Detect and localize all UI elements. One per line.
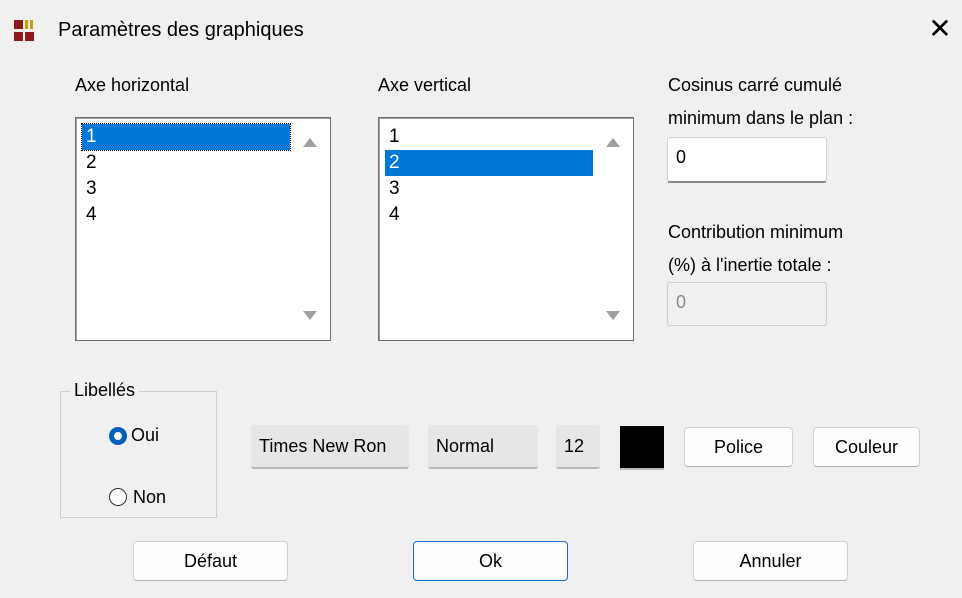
list-item[interactable]: 2 xyxy=(385,150,593,176)
ok-button[interactable]: Ok xyxy=(413,541,568,581)
font-size-button[interactable]: 12 xyxy=(556,425,600,469)
window-title: Paramètres des graphiques xyxy=(58,19,304,41)
cosinus-label-line2: minimum dans le plan : xyxy=(668,108,854,128)
vertical-axis-label: Axe vertical xyxy=(378,75,472,95)
radio-non[interactable] xyxy=(109,488,127,506)
contribution-input: 0 xyxy=(667,282,827,326)
list-item[interactable]: 4 xyxy=(385,202,593,228)
labels-group-title: Libellés xyxy=(70,380,140,401)
list-item[interactable]: 4 xyxy=(82,202,290,228)
close-icon[interactable]: ✕ xyxy=(925,14,955,44)
vertical-axis-list[interactable]: 1 2 3 4 xyxy=(378,117,634,341)
cosinus-input[interactable]: 0 xyxy=(667,137,827,183)
font-name-button[interactable]: Times New Ron xyxy=(251,425,409,469)
radio-non-label[interactable]: Non xyxy=(133,487,166,508)
scroll-down-icon[interactable] xyxy=(606,311,620,320)
police-button[interactable]: Police xyxy=(684,427,793,467)
list-item[interactable]: 1 xyxy=(385,124,593,150)
list-item[interactable]: 3 xyxy=(385,176,593,202)
radio-oui-label[interactable]: Oui xyxy=(131,425,159,446)
horizontal-axis-label: Axe horizontal xyxy=(75,75,190,95)
contribution-label-line1: Contribution minimum xyxy=(668,222,844,242)
list-item[interactable]: 1 xyxy=(81,123,291,151)
horizontal-axis-list[interactable]: 1 2 3 4 xyxy=(75,117,331,341)
scroll-up-icon[interactable] xyxy=(303,138,317,147)
couleur-button[interactable]: Couleur xyxy=(813,427,920,467)
scroll-up-icon[interactable] xyxy=(606,138,620,147)
contribution-label-line2: (%) à l'inertie totale : xyxy=(668,255,832,275)
cosinus-label-line1: Cosinus carré cumulé xyxy=(668,75,843,95)
list-item[interactable]: 2 xyxy=(82,150,290,176)
grid-app-icon xyxy=(14,18,46,46)
font-style-button[interactable]: Normal xyxy=(428,425,538,469)
scroll-down-icon[interactable] xyxy=(303,311,317,320)
default-button[interactable]: Défaut xyxy=(133,541,288,581)
color-swatch[interactable] xyxy=(620,426,664,470)
radio-oui[interactable] xyxy=(109,427,127,445)
list-item[interactable]: 3 xyxy=(82,176,290,202)
cancel-button[interactable]: Annuler xyxy=(693,541,848,581)
